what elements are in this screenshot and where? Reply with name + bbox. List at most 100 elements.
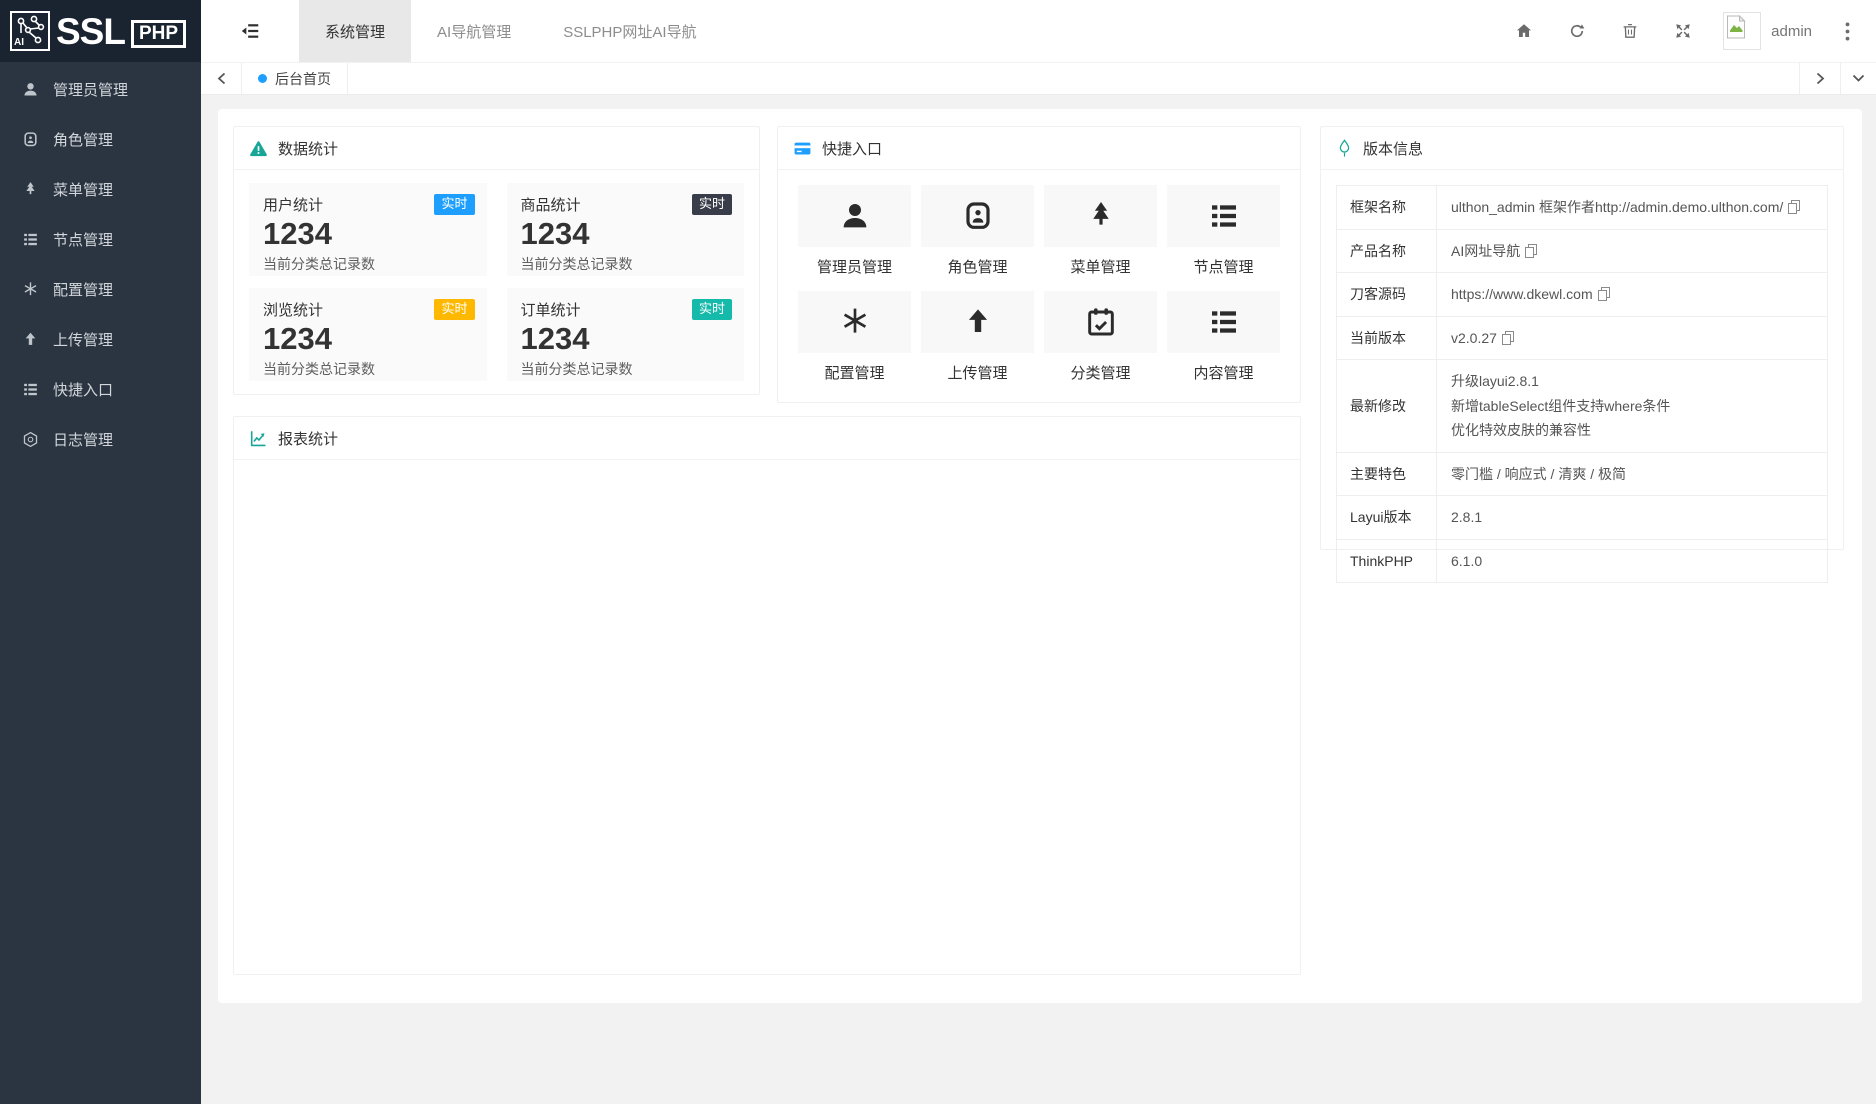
role-icon: [22, 131, 39, 148]
quick-entry-label: 内容管理: [1167, 362, 1280, 383]
sidebar-item-logs[interactable]: 日志管理: [0, 414, 201, 464]
copy-icon[interactable]: [1502, 331, 1514, 345]
top-tab-sslphp-nav[interactable]: SSLPHP网址AI导航: [537, 0, 722, 62]
copy-icon[interactable]: [1525, 244, 1537, 258]
sidebar-item-label: 快捷入口: [53, 379, 113, 400]
sidebar-item-shortcuts[interactable]: 快捷入口: [0, 364, 201, 414]
sidebar-item-admins[interactable]: 管理员管理: [0, 64, 201, 114]
quick-entry-label: 配置管理: [798, 362, 911, 383]
quick-entry-label: 角色管理: [921, 256, 1034, 277]
trash-icon[interactable]: [1603, 0, 1656, 62]
version-row-label: Layui版本: [1337, 496, 1437, 540]
tree-icon: [1044, 185, 1157, 247]
quick-entry-config[interactable]: 配置管理: [798, 291, 911, 383]
stat-box-goods[interactable]: 商品统计 实时 1234 当前分类总记录数: [507, 183, 745, 276]
card-title: 版本信息: [1363, 138, 1423, 159]
quick-entry-upload[interactable]: 上传管理: [921, 291, 1034, 383]
report-stats-card: 报表统计: [233, 416, 1301, 975]
copy-icon[interactable]: [1598, 287, 1610, 301]
sidebar-item-label: 菜单管理: [53, 179, 113, 200]
sidebar-item-config[interactable]: 配置管理: [0, 264, 201, 314]
refresh-icon[interactable]: [1550, 0, 1603, 62]
quick-entry-label: 上传管理: [921, 362, 1034, 383]
version-table: 框架名称 ulthon_admin 框架作者http://admin.demo.…: [1336, 185, 1828, 583]
sidebar-item-menus[interactable]: 菜单管理: [0, 164, 201, 214]
more-vertical-icon[interactable]: [1830, 0, 1864, 62]
quick-entry-admins[interactable]: 管理员管理: [798, 185, 911, 277]
quick-entry-label: 分类管理: [1044, 362, 1157, 383]
version-row-value: 零门槛 / 响应式 / 清爽 / 极简: [1437, 452, 1828, 496]
tab-menu-chevron-icon[interactable]: [1840, 63, 1876, 94]
top-tab-label: 系统管理: [325, 21, 385, 42]
quick-entry-label: 管理员管理: [798, 256, 911, 277]
status-badge: 实时: [692, 299, 732, 320]
version-row-value: https://www.dkewl.com: [1437, 273, 1828, 317]
table-row: 最新修改 升级layui2.8.1 新增tableSelect组件支持where…: [1337, 360, 1828, 453]
version-row-value: ulthon_admin 框架作者http://admin.demo.ultho…: [1437, 186, 1828, 230]
table-row: 产品名称 AI网址导航: [1337, 229, 1828, 273]
quick-entry-roles[interactable]: 角色管理: [921, 185, 1034, 277]
version-row-value: 2.8.1: [1437, 496, 1828, 540]
version-row-value: AI网址导航: [1437, 229, 1828, 273]
top-tab-ai-nav[interactable]: AI导航管理: [411, 0, 537, 62]
sidebar: AI SSL PHP 管理员管理 角色管理 菜单管理 节点管理 配置管理 上传管…: [0, 0, 201, 1104]
list-icon: [22, 231, 39, 248]
fullscreen-icon[interactable]: [1656, 0, 1709, 62]
list-icon: [1167, 291, 1280, 353]
sidebar-item-roles[interactable]: 角色管理: [0, 114, 201, 164]
hexagon-icon: [22, 431, 39, 448]
top-tab-label: AI导航管理: [437, 21, 511, 42]
asterisk-icon: [798, 291, 911, 353]
quick-entry-header: 快捷入口: [778, 127, 1300, 170]
quick-entry-content[interactable]: 内容管理: [1167, 291, 1280, 383]
avatar[interactable]: [1723, 12, 1761, 50]
quick-entry-label: 节点管理: [1167, 256, 1280, 277]
ai-chip-icon: AI: [10, 11, 50, 51]
top-tab-system[interactable]: 系统管理: [299, 0, 411, 62]
active-tab-dot: [258, 74, 267, 83]
version-row-value: 6.1.0: [1437, 539, 1828, 583]
table-row: Layui版本 2.8.1: [1337, 496, 1828, 540]
stat-value: 1234: [263, 321, 473, 357]
report-chart-area: [234, 460, 1300, 975]
top-nav: 系统管理 AI导航管理 SSLPHP网址AI导航: [299, 0, 723, 62]
tab-scroll-left-icon[interactable]: [201, 63, 242, 94]
version-row-value: v2.0.27: [1437, 316, 1828, 360]
sidebar-item-label: 配置管理: [53, 279, 113, 300]
stat-box-views[interactable]: 浏览统计 实时 1234 当前分类总记录数: [249, 288, 487, 381]
version-row-label: 主要特色: [1337, 452, 1437, 496]
page-tab-home[interactable]: 后台首页: [242, 63, 348, 94]
quick-entry-nodes[interactable]: 节点管理: [1167, 185, 1280, 277]
quick-entry-menus[interactable]: 菜单管理: [1044, 185, 1157, 277]
calendar-check-icon: [1044, 291, 1157, 353]
brand-logo[interactable]: AI SSL PHP: [0, 0, 201, 62]
copy-icon[interactable]: [1788, 200, 1800, 214]
sidebar-item-label: 节点管理: [53, 229, 113, 250]
card-title: 数据统计: [278, 138, 338, 159]
collapse-menu-icon[interactable]: [201, 0, 299, 62]
upload-icon: [22, 331, 39, 348]
sidebar-item-label: 上传管理: [53, 329, 113, 350]
stat-caption: 当前分类总记录数: [263, 254, 473, 274]
tree-icon: [22, 181, 39, 198]
home-icon[interactable]: [1497, 0, 1550, 62]
user-icon: [22, 81, 39, 98]
report-stats-header: 报表统计: [234, 417, 1300, 460]
quick-entry-categories[interactable]: 分类管理: [1044, 291, 1157, 383]
stat-box-orders[interactable]: 订单统计 实时 1234 当前分类总记录数: [507, 288, 745, 381]
sidebar-item-upload[interactable]: 上传管理: [0, 314, 201, 364]
sidebar-item-nodes[interactable]: 节点管理: [0, 214, 201, 264]
logo-text-primary: SSL: [56, 13, 125, 50]
page-tabbar: 后台首页: [201, 62, 1876, 95]
stat-box-users[interactable]: 用户统计 实时 1234 当前分类总记录数: [249, 183, 487, 276]
sidebar-menu: 管理员管理 角色管理 菜单管理 节点管理 配置管理 上传管理 快捷入口 日志管: [0, 62, 201, 464]
username[interactable]: admin: [1771, 23, 1812, 40]
tab-scroll-right-icon[interactable]: [1799, 63, 1840, 94]
main-content: 数据统计 用户统计 实时 1234 当前分类总记录数 商品统计 实时 1234 …: [201, 96, 1876, 1104]
card-title: 报表统计: [278, 428, 338, 449]
sidebar-item-label: 管理员管理: [53, 79, 128, 100]
tabbar-right-controls: [1799, 63, 1876, 94]
version-row-value: 升级layui2.8.1 新增tableSelect组件支持where条件 优化…: [1437, 360, 1828, 453]
stat-value: 1234: [521, 321, 731, 357]
status-badge: 实时: [434, 194, 474, 215]
